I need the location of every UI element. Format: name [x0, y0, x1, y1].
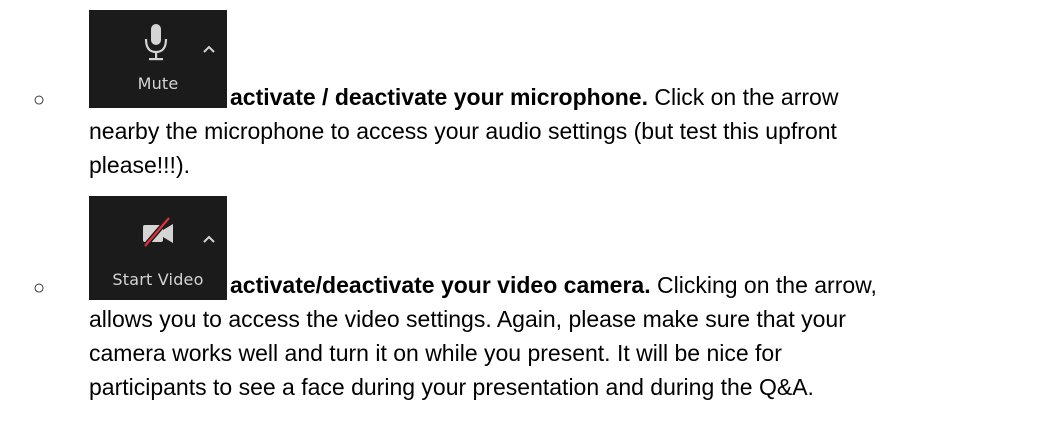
- mute-button-label: Mute: [137, 74, 179, 93]
- bullet-marker: ○: [33, 277, 46, 299]
- start-video-button-label: Start Video: [112, 270, 204, 289]
- item-text: Clicking on the arrow,: [650, 272, 877, 298]
- item-line-1: activate/deactivate your video camera. C…: [230, 268, 877, 302]
- item-line-4: participants to see a face during your p…: [89, 374, 814, 400]
- chevron-up-icon[interactable]: [201, 234, 217, 244]
- item-line-3: camera works well and turn it on while y…: [89, 340, 782, 366]
- video-camera-off-icon: [143, 216, 173, 248]
- item-heading: activate/deactivate your video camera.: [230, 272, 651, 298]
- microphone-icon: [144, 24, 168, 61]
- mute-button[interactable]: Mute: [89, 10, 227, 108]
- item-line-2: nearby the microphone to access your aud…: [89, 118, 837, 144]
- item-line-3: please!!!).: [89, 152, 190, 178]
- item-heading: activate / deactivate your microphone.: [230, 84, 648, 110]
- bullet-marker: ○: [33, 89, 46, 111]
- item-text: Click on the arrow: [647, 84, 839, 110]
- chevron-up-icon[interactable]: [201, 44, 217, 54]
- start-video-button[interactable]: Start Video: [89, 196, 227, 300]
- item-line-2: allows you to access the video settings.…: [89, 306, 846, 332]
- item-line-1: activate / deactivate your microphone. C…: [230, 80, 838, 114]
